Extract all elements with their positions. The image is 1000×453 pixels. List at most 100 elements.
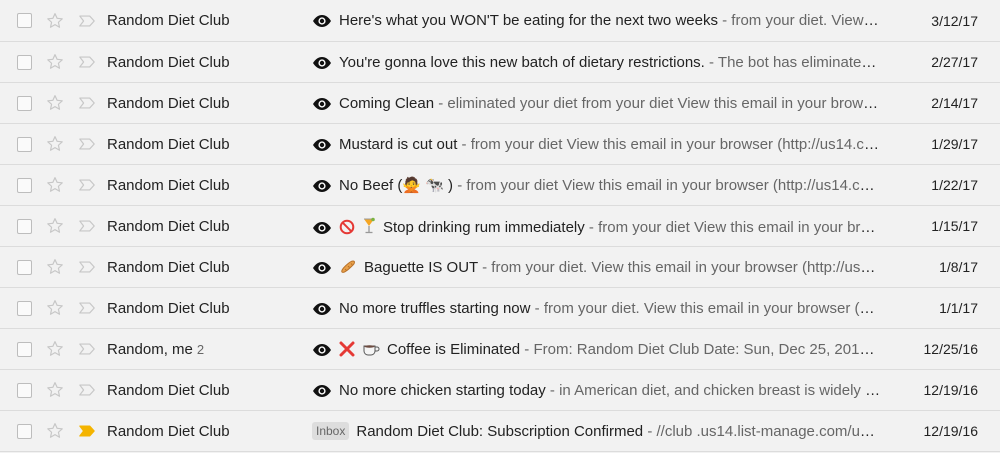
select-checkbox[interactable] xyxy=(17,95,32,111)
email-row[interactable]: Random Diet Club You're gonna love this … xyxy=(0,42,1000,83)
importance-cell[interactable] xyxy=(78,370,98,410)
sender-cell[interactable]: Random, me 2 xyxy=(107,329,297,369)
message-cell[interactable]: Mustard is cut out - from your diet View… xyxy=(312,124,882,164)
importance-cell[interactable] xyxy=(78,206,98,246)
message-cell[interactable]: No more truffles starting now - from you… xyxy=(312,288,882,328)
message-cell[interactable]: No more chicken starting today - in Amer… xyxy=(312,370,882,410)
email-row[interactable]: Random Diet Club Baguette IS OUT - from … xyxy=(0,247,1000,288)
select-checkbox[interactable] xyxy=(17,300,32,316)
select-checkbox[interactable] xyxy=(17,341,32,357)
importance-cell[interactable] xyxy=(78,247,98,287)
email-row[interactable]: Random Diet Club No more truffles starti… xyxy=(0,288,1000,329)
message-cell[interactable]: Inbox Random Diet Club: Subscription Conf… xyxy=(312,411,882,451)
select-checkbox-cell[interactable] xyxy=(17,247,33,287)
importance-cell[interactable] xyxy=(78,411,98,451)
importance-marker-icon[interactable] xyxy=(78,260,96,274)
select-checkbox-cell[interactable] xyxy=(17,329,33,369)
star-cell[interactable] xyxy=(45,42,67,82)
importance-cell[interactable] xyxy=(78,0,98,41)
select-checkbox-cell[interactable] xyxy=(17,411,33,451)
select-checkbox[interactable] xyxy=(17,177,32,193)
star-cell[interactable] xyxy=(45,329,67,369)
star-icon[interactable] xyxy=(45,216,65,236)
importance-cell[interactable] xyxy=(78,329,98,369)
star-cell[interactable] xyxy=(45,247,67,287)
sender-cell[interactable]: Random Diet Club xyxy=(107,206,297,246)
star-cell[interactable] xyxy=(45,288,67,328)
select-checkbox[interactable] xyxy=(17,382,32,398)
sender-cell[interactable]: Random Diet Club xyxy=(107,411,297,451)
select-checkbox[interactable] xyxy=(17,259,32,275)
select-checkbox-cell[interactable] xyxy=(17,42,33,82)
importance-marker-icon[interactable] xyxy=(78,178,96,192)
select-checkbox-cell[interactable] xyxy=(17,124,33,164)
importance-marker-icon[interactable] xyxy=(78,14,96,28)
select-checkbox[interactable] xyxy=(17,54,32,70)
select-checkbox-cell[interactable] xyxy=(17,83,33,123)
star-cell[interactable] xyxy=(45,83,67,123)
sender-cell[interactable]: Random Diet Club xyxy=(107,288,297,328)
message-cell[interactable]: Coming Clean - eliminated your diet from… xyxy=(312,83,882,123)
star-cell[interactable] xyxy=(45,0,67,41)
importance-cell[interactable] xyxy=(78,83,98,123)
select-checkbox-cell[interactable] xyxy=(17,0,33,41)
email-row[interactable]: Random Diet Club Stop drinking rum immed… xyxy=(0,206,1000,247)
email-row[interactable]: Random Diet Club Mustard is cut out - fr… xyxy=(0,124,1000,165)
star-cell[interactable] xyxy=(45,411,67,451)
importance-marker-icon[interactable] xyxy=(78,219,96,233)
sender-cell[interactable]: Random Diet Club xyxy=(107,247,297,287)
importance-marker-icon[interactable] xyxy=(78,55,96,69)
importance-marker-icon[interactable] xyxy=(78,301,96,315)
select-checkbox-cell[interactable] xyxy=(17,206,33,246)
email-row[interactable]: Random Diet Club Here's what you WON'T b… xyxy=(0,0,1000,42)
star-icon[interactable] xyxy=(45,134,65,154)
importance-marker-icon[interactable] xyxy=(78,96,96,110)
message-cell[interactable]: You're gonna love this new batch of diet… xyxy=(312,42,882,82)
importance-cell[interactable] xyxy=(78,165,98,205)
sender-cell[interactable]: Random Diet Club xyxy=(107,124,297,164)
importance-cell[interactable] xyxy=(78,42,98,82)
email-row[interactable]: Random, me 2 Coffee is Eliminated - From:… xyxy=(0,329,1000,370)
message-cell[interactable]: Coffee is Eliminated - From: Random Diet… xyxy=(312,329,882,369)
email-row[interactable]: Random Diet Club No Beef (🙅 🐄 ) - from y… xyxy=(0,165,1000,206)
star-icon[interactable] xyxy=(45,380,65,400)
importance-marker-icon[interactable] xyxy=(78,342,96,356)
select-checkbox[interactable] xyxy=(17,13,32,28)
star-icon[interactable] xyxy=(45,175,65,195)
star-icon[interactable] xyxy=(45,257,65,277)
importance-cell[interactable] xyxy=(78,288,98,328)
select-checkbox[interactable] xyxy=(17,423,32,439)
message-cell[interactable]: No Beef (🙅 🐄 ) - from your diet View thi… xyxy=(312,165,882,205)
select-checkbox-cell[interactable] xyxy=(17,165,33,205)
star-icon[interactable] xyxy=(45,52,65,72)
star-icon[interactable] xyxy=(45,93,65,113)
star-cell[interactable] xyxy=(45,124,67,164)
star-cell[interactable] xyxy=(45,165,67,205)
email-row[interactable]: Random Diet Club Inbox Random Diet Club: … xyxy=(0,411,1000,452)
sender-cell[interactable]: Random Diet Club xyxy=(107,83,297,123)
star-cell[interactable] xyxy=(45,370,67,410)
importance-marker-icon[interactable] xyxy=(78,424,96,438)
sender-cell[interactable]: Random Diet Club xyxy=(107,0,297,41)
importance-marker-icon[interactable] xyxy=(78,383,96,397)
star-icon[interactable] xyxy=(45,339,65,359)
email-row[interactable]: Random Diet Club No more chicken startin… xyxy=(0,370,1000,411)
select-checkbox[interactable] xyxy=(17,136,32,152)
importance-marker-icon[interactable] xyxy=(78,137,96,151)
star-icon[interactable] xyxy=(45,11,65,31)
star-icon[interactable] xyxy=(45,421,65,441)
select-checkbox-cell[interactable] xyxy=(17,370,33,410)
message-cell[interactable]: Here's what you WON'T be eating for the … xyxy=(312,0,882,41)
sender-cell[interactable]: Random Diet Club xyxy=(107,165,297,205)
email-subject: Coming Clean xyxy=(339,94,435,112)
star-icon[interactable] xyxy=(45,298,65,318)
select-checkbox[interactable] xyxy=(17,218,32,234)
importance-cell[interactable] xyxy=(78,124,98,164)
sender-cell[interactable]: Random Diet Club xyxy=(107,42,297,82)
message-cell[interactable]: Baguette IS OUT - from your diet. View t… xyxy=(312,247,882,287)
select-checkbox-cell[interactable] xyxy=(17,288,33,328)
email-row[interactable]: Random Diet Club Coming Clean - eliminat… xyxy=(0,83,1000,124)
star-cell[interactable] xyxy=(45,206,67,246)
message-cell[interactable]: Stop drinking rum immediately - from you… xyxy=(312,206,882,246)
sender-cell[interactable]: Random Diet Club xyxy=(107,370,297,410)
